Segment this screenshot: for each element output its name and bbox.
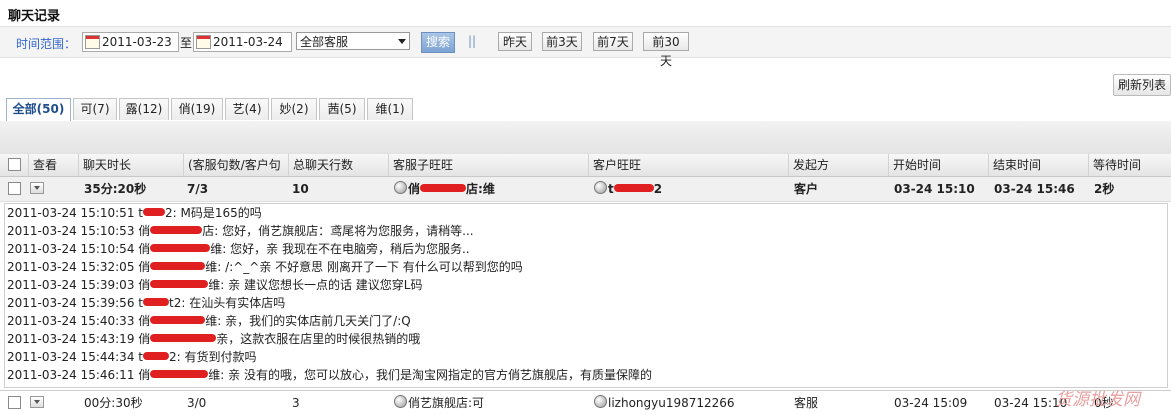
tab-qian[interactable]: 茜(5) bbox=[319, 98, 365, 120]
header-end-time: 结束时间 bbox=[988, 154, 1088, 176]
redaction-mark bbox=[150, 334, 217, 342]
to-label: 至 bbox=[180, 36, 193, 50]
cell-wait-time: 2秒 bbox=[1094, 182, 1115, 196]
chevron-down-icon bbox=[398, 39, 406, 44]
filter-bar: 时间范围： 2011-03-23 至 2011-03-24 全部客服 搜索 ||… bbox=[0, 26, 1171, 68]
header-total-lines: 总聊天行数 bbox=[288, 154, 388, 176]
page-title: 聊天记录 bbox=[8, 9, 61, 24]
end-date-input[interactable]: 2011-03-24 bbox=[193, 32, 292, 52]
cell-customer: lizhongyu198712266 bbox=[590, 391, 786, 415]
cell-ratio: 3/0 bbox=[187, 396, 207, 410]
header-customer: 客户旺旺 bbox=[588, 154, 788, 176]
redaction-mark bbox=[420, 184, 467, 192]
redaction-mark bbox=[150, 226, 203, 234]
time-range-label: 时间范围： bbox=[16, 37, 77, 51]
redaction-mark bbox=[150, 316, 206, 324]
cell-initiator: 客服 bbox=[794, 396, 819, 410]
select-all-checkbox[interactable] bbox=[8, 158, 21, 171]
redaction-mark bbox=[613, 184, 654, 192]
cell-total-lines: 10 bbox=[292, 182, 309, 196]
chat-transcript: 2011-03-24 15:10:51 t 2: M码是165的吗 2011-03… bbox=[4, 203, 1168, 388]
chat-line: 2011-03-24 15:32:05 俏维: /:^_^亲 不好意思 刚离开了… bbox=[7, 260, 523, 274]
redaction-mark bbox=[143, 352, 169, 360]
calendar-icon[interactable] bbox=[196, 35, 211, 49]
expand-toggle-icon[interactable] bbox=[30, 182, 44, 194]
table-row[interactable]: 35分:20秒 7/3 10 俏店:维 t2 客户 03-24 15:10 03… bbox=[0, 177, 1171, 202]
wangwang-status-icon bbox=[394, 181, 407, 194]
last-30-days-button[interactable]: 前30天 bbox=[643, 32, 689, 68]
expand-toggle-icon[interactable] bbox=[30, 396, 44, 408]
cell-agent: 俏艺旗舰店:可 bbox=[390, 391, 586, 415]
redaction-mark bbox=[143, 208, 165, 216]
chat-line: 2011-03-24 15:46:11 俏维: 亲 没有的哦，您可以放心，我们是… bbox=[7, 368, 652, 382]
calendar-icon[interactable] bbox=[85, 35, 100, 49]
cell-ratio: 7/3 bbox=[187, 182, 209, 196]
row-checkbox[interactable] bbox=[8, 396, 21, 409]
cell-agent: 俏店:维 bbox=[390, 177, 586, 201]
header-view: 查看 bbox=[28, 154, 78, 176]
last-7-days-button[interactable]: 前7天 bbox=[593, 32, 633, 51]
separator: || bbox=[468, 34, 477, 48]
chat-line: 2011-03-24 15:10:51 t 2: M码是165的吗 bbox=[7, 206, 262, 220]
tab-wei[interactable]: 维(1) bbox=[367, 98, 413, 120]
service-tabs: 全部(50) 可(7) 露(12) 俏(19) 艺(4) 妙(2) 茜(5) 维… bbox=[0, 98, 1171, 122]
yesterday-button[interactable]: 昨天 bbox=[498, 32, 532, 51]
table-toolbar bbox=[0, 121, 1171, 155]
wangwang-status-icon bbox=[594, 181, 607, 194]
chat-line: 2011-03-24 15:43:19 俏亲，这款衣服在店里的时候很热销的哦 bbox=[7, 332, 421, 346]
chat-line: 2011-03-24 15:44:34 t 2: 有货到付款吗 bbox=[7, 350, 257, 364]
redaction-mark bbox=[150, 370, 209, 378]
chat-line: 2011-03-24 15:39:56 t t2: 在汕头有实体店吗 bbox=[7, 296, 286, 310]
cell-initiator: 客户 bbox=[794, 182, 819, 196]
table-row[interactable]: 00分:30秒 3/0 3 俏艺旗舰店:可 lizhongyu198712266… bbox=[0, 390, 1171, 415]
redaction-mark bbox=[143, 298, 169, 306]
start-date-input[interactable]: 2011-03-23 bbox=[82, 32, 179, 52]
row-checkbox[interactable] bbox=[8, 182, 21, 195]
redaction-mark bbox=[150, 244, 211, 252]
tab-all[interactable]: 全部(50) bbox=[6, 98, 71, 122]
chat-line: 2011-03-24 15:39:03 俏维: 亲 建议您想长一点的话 建议您穿… bbox=[7, 278, 423, 292]
last-3-days-button[interactable]: 前3天 bbox=[542, 32, 582, 51]
cell-duration: 35分:20秒 bbox=[84, 182, 147, 196]
redaction-mark bbox=[150, 262, 206, 270]
header-start-time: 开始时间 bbox=[888, 154, 988, 176]
cell-start-time: 03-24 15:09 bbox=[894, 396, 968, 410]
cell-customer: t2 bbox=[590, 177, 786, 201]
tab-yi[interactable]: 艺(4) bbox=[225, 98, 269, 120]
cell-end-time: 03-24 15:46 bbox=[994, 182, 1075, 196]
tab-ke[interactable]: 可(7) bbox=[73, 98, 117, 120]
table-header: 查看 聊天时长 (客服句数/客户句 总聊天行数 客服子旺旺 客户旺旺 发起方 开… bbox=[0, 154, 1171, 177]
cell-duration: 00分:30秒 bbox=[84, 396, 143, 410]
header-wait-time: 等待时间 bbox=[1088, 154, 1171, 176]
chat-line: 2011-03-24 15:40:33 俏维: 亲，我们的实体店前几天关门了/:… bbox=[7, 314, 411, 328]
tab-lu[interactable]: 露(12) bbox=[119, 98, 169, 120]
header-ratio: (客服句数/客户句 bbox=[183, 154, 288, 176]
chat-line: 2011-03-24 15:10:54 俏维: 您好，亲 我现在不在电脑旁，稍后… bbox=[7, 242, 470, 256]
chat-line: 2011-03-24 15:10:53 俏店: 您好，俏艺旗舰店：鸢尾将为您服务… bbox=[7, 224, 474, 238]
service-select[interactable]: 全部客服 bbox=[296, 32, 410, 50]
cell-total-lines: 3 bbox=[292, 396, 300, 410]
cell-start-time: 03-24 15:10 bbox=[894, 182, 975, 196]
tab-qiao[interactable]: 俏(19) bbox=[171, 98, 223, 120]
redaction-mark bbox=[150, 280, 209, 288]
wangwang-status-icon bbox=[394, 395, 407, 408]
watermark: 货源批发网 bbox=[1055, 390, 1140, 410]
wangwang-status-icon bbox=[594, 395, 607, 408]
refresh-list-button[interactable]: 刷新列表 bbox=[1113, 74, 1171, 96]
search-button[interactable]: 搜索 bbox=[421, 32, 455, 53]
header-duration: 聊天时长 bbox=[78, 154, 183, 176]
header-initiator: 发起方 bbox=[788, 154, 888, 176]
header-agent: 客服子旺旺 bbox=[388, 154, 588, 176]
tab-miao[interactable]: 妙(2) bbox=[271, 98, 317, 120]
